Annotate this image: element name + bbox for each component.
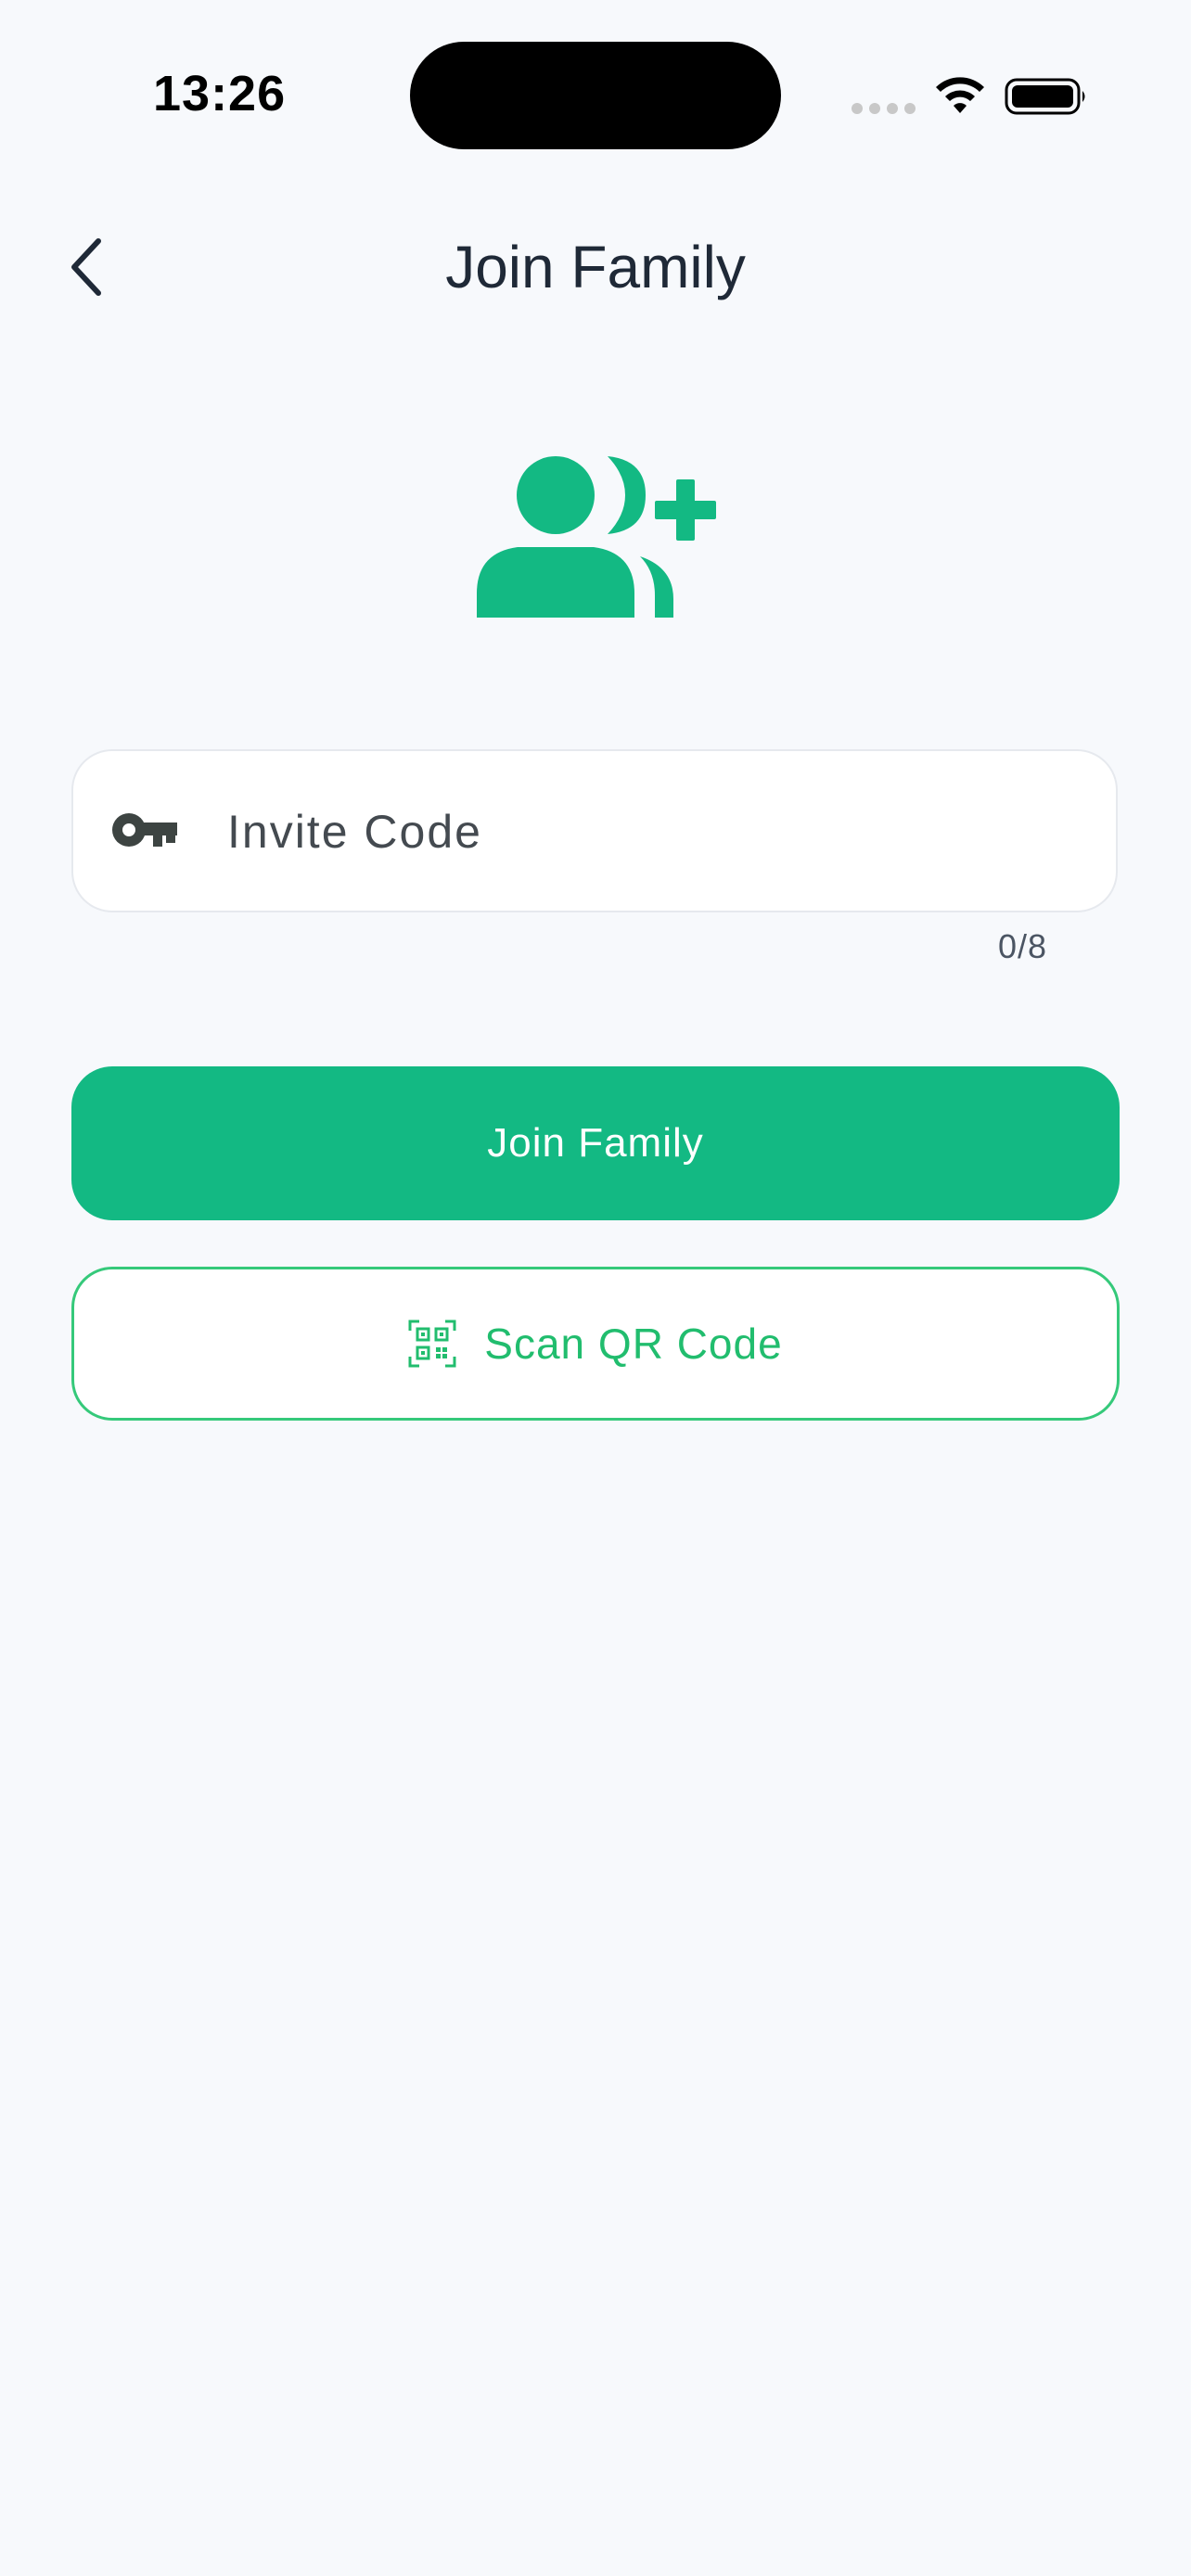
invite-code-input[interactable] <box>225 751 1082 912</box>
character-counter: 0/8 <box>997 927 1047 965</box>
dynamic-island <box>410 42 781 149</box>
qr-code-icon <box>408 1320 456 1368</box>
status-time: 13:26 <box>153 66 287 121</box>
battery-icon <box>1005 78 1085 115</box>
add-group-icon <box>477 456 716 618</box>
join-family-screen: 13:26 Join Family Invite Code 0/8 Join F… <box>0 0 1191 2576</box>
scan-qr-code-label: Scan QR Code <box>484 1320 783 1368</box>
join-family-button[interactable]: Join Family <box>71 1066 1120 1220</box>
page-title: Join Family <box>445 234 746 300</box>
cellular-signal-icon <box>852 103 916 114</box>
scan-qr-code-button[interactable]: Scan QR Code <box>71 1267 1120 1421</box>
wifi-icon <box>936 77 984 113</box>
key-icon <box>112 813 177 847</box>
invite-code-field[interactable] <box>71 749 1118 912</box>
